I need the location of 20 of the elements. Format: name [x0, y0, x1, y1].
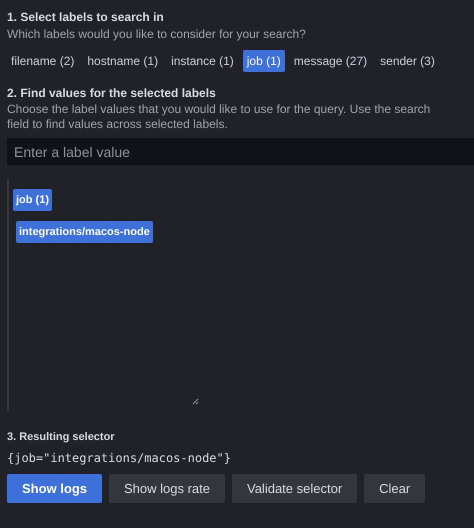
resize-handle-icon[interactable] [192, 398, 199, 405]
section-heading: 2. Find values for the selected labels [7, 85, 217, 102]
label-chip[interactable]: sender (3) [376, 50, 439, 72]
label-chip[interactable]: job (1) [242, 50, 285, 72]
label-chip[interactable]: instance (1) [167, 50, 238, 72]
label-chip[interactable]: message (27) [290, 50, 372, 72]
action-button[interactable]: Validate selector [232, 474, 358, 503]
section-heading: 1. Select labels to search in [7, 9, 165, 26]
section-description: Choose the label values that you would like to use for the query. Use the search field to find values across selected labels. [7, 102, 432, 132]
action-button[interactable]: Clear [364, 474, 426, 503]
label-chip[interactable]: filename (2) [7, 50, 78, 72]
label-value-chip[interactable]: integrations/macos-node [16, 221, 153, 243]
label-value-search-field[interactable]: Enter a label value [7, 138, 474, 165]
section-description: Which labels would you like to consider for your search? [7, 26, 307, 42]
action-button[interactable]: Show logs [7, 474, 102, 503]
section-heading: 3. Resulting selector [7, 430, 116, 445]
label-chip[interactable]: hostname (1) [83, 50, 162, 72]
label-group-heading: job (1) [13, 189, 52, 211]
selector-code: {job="integrations/macos-node"} [7, 450, 232, 467]
action-button[interactable]: Show logs rate [109, 474, 225, 503]
